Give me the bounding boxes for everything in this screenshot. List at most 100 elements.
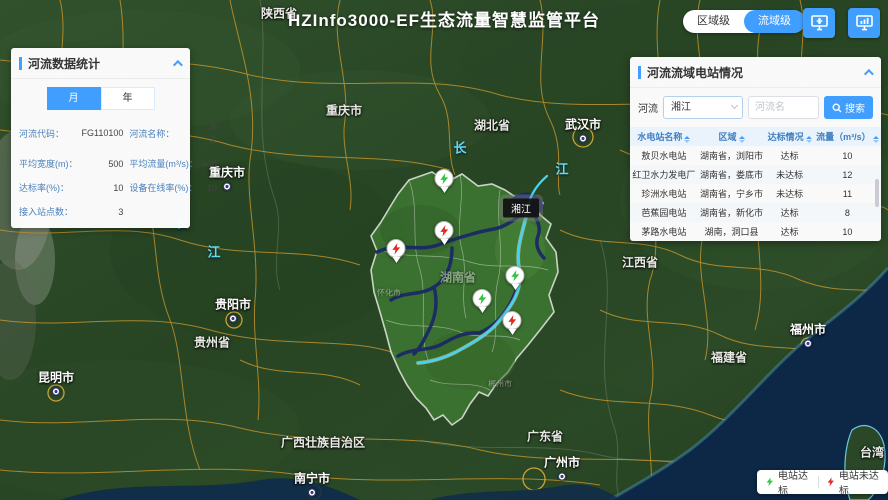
collapse-icon[interactable] (173, 60, 183, 70)
station-marker[interactable] (387, 239, 406, 263)
table-cell: 茅路水电站 (630, 222, 698, 241)
column-label: 达标情况 (768, 132, 804, 142)
stat-value: FG110100 (82, 128, 126, 138)
sort-icon[interactable] (739, 136, 745, 143)
river-filter-label: 河流 (638, 100, 658, 115)
sort-icon[interactable] (806, 136, 812, 143)
table-cell: 未达标 (765, 165, 813, 184)
river-name-input[interactable] (748, 96, 819, 119)
legend-item: 电站未达标 (827, 467, 879, 497)
column-header[interactable]: 水电站名称 (630, 127, 698, 146)
search-button[interactable]: 搜索 (824, 96, 873, 119)
table-row[interactable]: 敖贝水电站湖南省，浏阳市达标10 (630, 146, 881, 165)
map-legend: 电站达标电站未达标 (757, 470, 888, 494)
table-cell: 达标 (765, 146, 813, 165)
table-cell: 湖南省，新化市 (698, 203, 766, 222)
station-marker[interactable] (435, 221, 454, 245)
table-cell: 湖南，洞口县 (698, 222, 766, 241)
tab-month[interactable]: 月 (47, 87, 101, 110)
table-cell: 红卫水力发电厂 (630, 165, 698, 184)
tab-year[interactable]: 年 (101, 87, 155, 110)
table-row[interactable]: 珍洲水电站湖南省，宁乡市未达标11 (630, 184, 881, 203)
stat-value: 600 (202, 159, 219, 169)
table-cell: 达标 (765, 203, 813, 222)
sort-icon[interactable] (873, 136, 879, 143)
column-header[interactable]: 区域 (698, 127, 766, 146)
table-cell: 达标 (765, 222, 813, 241)
stat-label: 设备在线率(%)： (129, 181, 198, 194)
stat-value: 湘江 (202, 120, 219, 146)
sort-icon[interactable] (684, 136, 690, 143)
table-cell: 12 (814, 165, 881, 184)
stat-value: 10 (202, 183, 219, 193)
level-toggle: 区域级 流域级 (683, 10, 805, 33)
river-stats-panel: 河流数据统计 月 年 河流代码：FG110100河流名称：湘江平均宽度(m)：5… (11, 48, 190, 228)
column-label: 水电站名称 (637, 132, 682, 142)
table-scrollbar[interactable] (875, 179, 879, 207)
stat-label: 河流代码： (19, 127, 78, 140)
lightning-icon (510, 270, 520, 282)
toggle-region-level[interactable]: 区域级 (683, 10, 744, 33)
table-cell: 湖南省，浏阳市 (698, 146, 766, 165)
table-cell: 未达标 (765, 184, 813, 203)
lightning-icon (477, 293, 487, 305)
stat-label: 达标率(%)： (19, 181, 78, 194)
lightning-icon (507, 315, 517, 327)
river-stats-title: 河流数据统计 (28, 55, 173, 72)
chart-screen-button[interactable] (848, 8, 880, 38)
lightning-icon (766, 476, 774, 488)
stat-value: 3 (82, 207, 126, 217)
period-tabs: 月 年 (11, 87, 190, 110)
accent-bar (638, 66, 641, 79)
chevron-down-icon (731, 102, 738, 109)
screen-expand-button[interactable] (803, 8, 835, 38)
station-table: 水电站名称区域达标情况流量（m³/s） 敖贝水电站湖南省，浏阳市达标10红卫水力… (630, 127, 881, 241)
monitor-chart-icon (856, 15, 873, 31)
column-label: 流量（m³/s） (816, 132, 871, 142)
river-tooltip: 湘江 (503, 199, 539, 218)
stat-label: 接入站点数： (19, 205, 78, 218)
lightning-icon (439, 225, 449, 237)
table-cell: 湖南省，娄底市 (698, 165, 766, 184)
stat-value: 500 (82, 159, 126, 169)
stat-label: 平均宽度(m)： (19, 157, 78, 170)
app-window: 陕西省重庆市重庆市湖北省武汉市贵阳市贵州省昆明市广西壮族自治区南宁市广东省广州市… (0, 0, 888, 500)
table-row[interactable]: 芭蕉园电站湖南省，新化市达标8 (630, 203, 881, 222)
station-marker[interactable] (435, 169, 454, 193)
stats-fields: 河流代码：FG110100河流名称：湘江平均宽度(m)：500平均流量(m³/s… (11, 116, 190, 228)
column-label: 区域 (719, 132, 737, 142)
station-panel: 河流流域电站情况 河流 湘江 搜索 水电站名称 区域 达标情况 流量（m³/s） 敖贝… (630, 57, 881, 241)
stat-label: 平均流量(m³/s)： (129, 157, 198, 170)
legend-label: 电站达标 (778, 467, 810, 497)
river-select[interactable]: 湘江 (663, 96, 743, 119)
table-cell: 湖南省，宁乡市 (698, 184, 766, 203)
table-cell: 10 (814, 222, 881, 241)
legend-divider (818, 476, 819, 488)
table-cell: 芭蕉园电站 (630, 203, 698, 222)
legend-item: 电站达标 (766, 467, 810, 497)
station-marker[interactable] (506, 266, 525, 290)
station-panel-title: 河流流域电站情况 (647, 64, 864, 81)
station-marker[interactable] (473, 289, 492, 313)
lightning-icon (439, 173, 449, 185)
table-row[interactable]: 红卫水力发电厂湖南省，娄底市未达标12 (630, 165, 881, 184)
column-header[interactable]: 流量（m³/s） (814, 127, 881, 146)
table-cell: 8 (814, 203, 881, 222)
table-cell: 珍洲水电站 (630, 184, 698, 203)
table-cell: 11 (814, 184, 881, 203)
monitor-expand-icon (811, 15, 828, 31)
table-cell: 10 (814, 146, 881, 165)
column-header[interactable]: 达标情况 (765, 127, 813, 146)
lightning-icon (827, 476, 835, 488)
collapse-icon[interactable] (864, 69, 874, 79)
accent-bar (19, 57, 22, 70)
search-button-label: 搜索 (845, 100, 865, 115)
legend-label: 电站未达标 (839, 467, 879, 497)
station-marker[interactable] (503, 311, 522, 335)
table-row[interactable]: 茅路水电站湖南，洞口县达标10 (630, 222, 881, 241)
river-select-value: 湘江 (671, 102, 691, 113)
table-cell: 敖贝水电站 (630, 146, 698, 165)
stat-label: 河流名称： (129, 127, 198, 140)
toggle-basin-level[interactable]: 流域级 (744, 10, 805, 33)
stat-value: 10 (82, 183, 126, 193)
